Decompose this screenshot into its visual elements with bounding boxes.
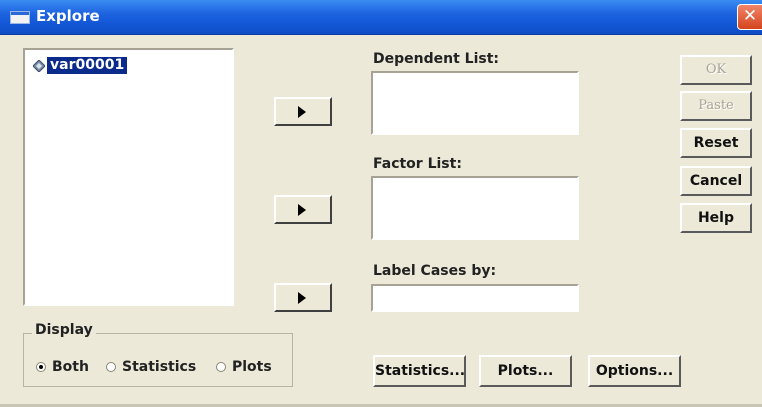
ok-button[interactable]: OK	[680, 55, 752, 85]
window-icon	[10, 11, 30, 24]
paste-button[interactable]: Paste	[680, 91, 752, 121]
variable-list[interactable]: var00001	[23, 48, 234, 306]
explore-dialog: Explore ✕ var00001 Dependent List: Facto…	[0, 0, 762, 407]
label-cases-label: Label Cases by:	[373, 263, 497, 279]
move-to-dependent-button[interactable]	[274, 97, 332, 126]
display-group-title: Display	[32, 322, 96, 338]
radio-button-icon	[36, 362, 46, 372]
help-button[interactable]: Help	[680, 203, 752, 233]
radio-both-label: Both	[52, 359, 89, 375]
options-button[interactable]: Options...	[588, 355, 681, 387]
factor-list[interactable]	[371, 176, 579, 240]
move-to-label-cases-button[interactable]	[274, 283, 332, 312]
title-bar[interactable]: Explore ✕	[0, 0, 762, 35]
label-cases-field[interactable]	[371, 284, 579, 312]
window-title: Explore	[36, 7, 100, 25]
plots-button[interactable]: Plots...	[479, 355, 572, 387]
radio-statistics[interactable]: Statistics	[106, 359, 196, 375]
factor-list-label: Factor List:	[373, 156, 462, 172]
list-item[interactable]: var00001	[33, 57, 128, 74]
variable-name: var00001	[47, 57, 128, 74]
move-to-factor-button[interactable]	[274, 195, 332, 224]
statistics-button[interactable]: Statistics...	[373, 355, 466, 387]
radio-plots-label: Plots	[232, 359, 272, 375]
radio-statistics-label: Statistics	[122, 359, 197, 375]
radio-button-icon	[106, 362, 116, 372]
reset-button[interactable]: Reset	[680, 128, 752, 158]
dependent-list[interactable]	[371, 71, 579, 135]
radio-both[interactable]: Both	[36, 359, 89, 375]
cancel-button[interactable]: Cancel	[680, 166, 752, 196]
close-button[interactable]: ✕	[737, 4, 762, 30]
radio-plots[interactable]: Plots	[216, 359, 272, 375]
close-icon: ✕	[742, 6, 758, 26]
radio-button-icon	[216, 362, 226, 372]
dependent-list-label: Dependent List:	[373, 51, 499, 67]
scale-variable-icon	[33, 59, 45, 72]
